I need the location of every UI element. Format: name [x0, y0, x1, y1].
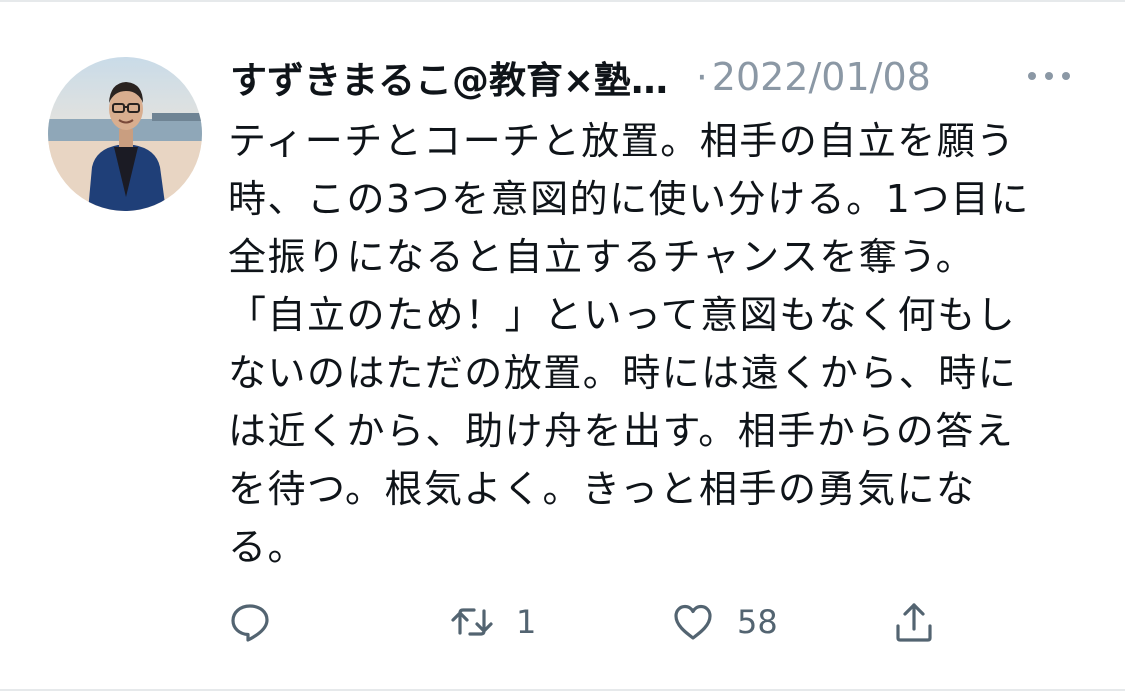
tweet-text-line: 全振りになると自立するチャンスを奪う。: [228, 235, 976, 279]
profile-photo: [48, 57, 202, 211]
tweet-text-line: ないのはただの放置。時には遠くから、時に: [228, 351, 1018, 395]
tweet-text-line: 時、この3つを意図的に使い分ける。1つ目に: [228, 177, 1030, 221]
retweet-icon: [451, 608, 493, 636]
tweet-text-line: ティーチとコーチと放置。相手の自立を願う: [228, 119, 1016, 163]
tweet-text: ティーチとコーチと放置。相手の自立を願う 時、この3つを意図的に使い分ける。1つ…: [228, 112, 1078, 576]
heart-icon: [674, 604, 712, 640]
author-display-name[interactable]: すずきまるこ@教育×塾…: [230, 50, 668, 104]
tweet-date[interactable]: 2022/01/08: [712, 55, 931, 99]
tweet-header: すずきまるこ@教育×塾… · 2022/01/08: [230, 52, 1090, 102]
like-count: 58: [737, 603, 778, 641]
separator-dot: ·: [696, 55, 708, 99]
more-horizontal-icon[interactable]: [1028, 66, 1070, 86]
tweet-text-line: を待つ。根気よく。きっと相手の勇気にな: [228, 467, 976, 511]
reply-button[interactable]: [228, 598, 294, 646]
like-button[interactable]: 58: [671, 598, 778, 646]
share-icon: [896, 603, 932, 642]
avatar[interactable]: [48, 57, 202, 211]
tweet-card[interactable]: すずきまるこ@教育×塾… · 2022/01/08 ティーチとコーチと放置。相手…: [0, 0, 1125, 691]
tweet-text-line: は近くから、助け舟を出す。相手からの答え: [228, 409, 1015, 453]
tweet-actions: 1 58: [228, 598, 988, 646]
tweet-text-line: る。: [228, 525, 308, 569]
retweet-count: 1: [516, 603, 537, 641]
reply-icon: [231, 604, 269, 642]
tweet-text-line: 「自立のため！」といって意図もなく何もし: [228, 293, 1017, 337]
retweet-button[interactable]: 1: [450, 598, 536, 646]
share-button[interactable]: [892, 598, 958, 646]
